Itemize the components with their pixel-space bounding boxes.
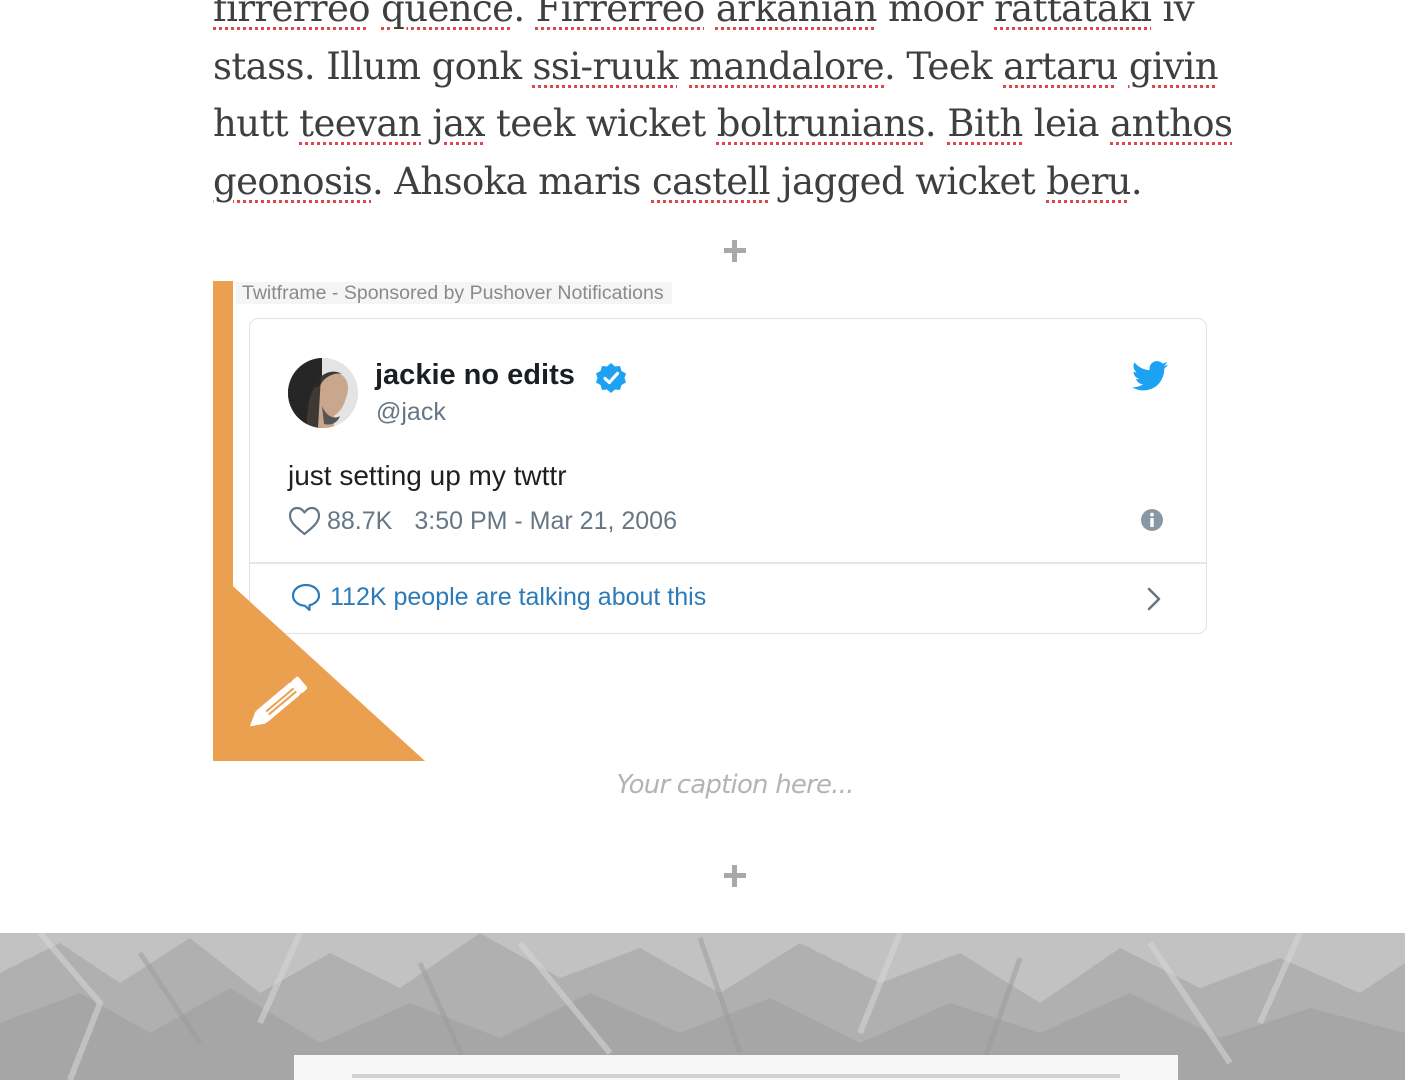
misspelled-word: jax <box>432 102 485 145</box>
misspelled-word: boltrunians <box>716 102 926 145</box>
text-run: . <box>513 0 536 30</box>
text-run: iv <box>1151 0 1195 30</box>
tweet-text: just setting up my twttr <box>288 460 567 491</box>
footer-background <box>0 933 1405 1080</box>
footer-panel-rule <box>352 1074 1120 1078</box>
misspelled-word: arkanian <box>715 0 878 30</box>
article-paragraph[interactable]: firrerreo quence. Firrerreo arkanian moo… <box>213 0 1253 210</box>
tweet-timestamp[interactable]: 3:50 PM - Mar 21, 2006 <box>414 507 677 536</box>
text-run: jagged wicket <box>770 159 1047 203</box>
tweet-meta: 88.7K 3:50 PM - Mar 21, 2006 <box>288 505 677 537</box>
misspelled-word: Bith <box>947 102 1023 145</box>
chevron-right-icon[interactable] <box>1144 584 1164 614</box>
misspelled-word: castell <box>651 159 771 203</box>
verified-badge-icon <box>596 363 626 393</box>
misspelled-word: geonosis <box>213 159 373 203</box>
text-run: . Ahsoka maris <box>371 159 652 203</box>
tweet-display-name[interactable]: jackie no edits <box>375 357 575 393</box>
paragraph-line: firrerreo quence. Firrerreo arkanian moo… <box>213 0 1253 38</box>
text-run: hutt <box>213 102 300 145</box>
text-run: teek wicket <box>484 102 717 145</box>
misspelled-word: mandalore <box>689 44 885 88</box>
edit-embed-corner[interactable] <box>213 568 425 761</box>
footer-panel <box>294 1055 1178 1080</box>
heart-icon[interactable] <box>288 506 321 536</box>
text-run <box>370 0 381 30</box>
misspelled-word: Firrerreo <box>535 0 706 30</box>
tweet-divider <box>250 562 1206 564</box>
text-run: . <box>1130 159 1143 203</box>
tweet-handle[interactable]: @jack <box>376 397 446 427</box>
add-block-plus-icon[interactable] <box>724 240 746 262</box>
twitter-bird-icon[interactable] <box>1132 361 1168 391</box>
text-run <box>1118 45 1129 88</box>
text-run: . <box>924 102 948 145</box>
text-run: leia <box>1022 102 1111 145</box>
misspelled-word: firrerreo <box>213 0 371 30</box>
paragraph-line: hutt teevan jax teek wicket boltrunians.… <box>213 95 1253 153</box>
misspelled-word: beru <box>1046 159 1131 203</box>
embed-provider-label: Twitframe - Sponsored by Pushover Notifi… <box>236 282 672 304</box>
text-run <box>705 0 716 30</box>
misspelled-word: quence <box>381 0 514 30</box>
paragraph-line: geonosis. Ahsoka maris castell jagged wi… <box>213 153 1253 211</box>
misspelled-word: rattataki <box>994 0 1152 30</box>
add-block-plus-icon[interactable] <box>724 865 746 887</box>
text-run: . Teek <box>884 44 1004 88</box>
text-run <box>421 102 432 145</box>
text-run <box>678 45 689 88</box>
caption-placeholder[interactable]: Your caption here... <box>0 770 1405 800</box>
text-run: stass. Illum gonk <box>213 44 533 88</box>
misspelled-word: artaru <box>1003 44 1118 88</box>
misspelled-word: ssi-ruuk <box>532 44 679 88</box>
info-icon[interactable] <box>1140 508 1164 532</box>
like-count[interactable]: 88.7K <box>327 507 392 536</box>
misspelled-word: givin <box>1128 44 1219 88</box>
text-run: moor <box>876 0 995 30</box>
misspelled-word: teevan <box>299 102 422 145</box>
misspelled-word: anthos <box>1110 102 1233 145</box>
paragraph-line: stass. Illum gonk ssi-ruuk mandalore. Te… <box>213 38 1253 96</box>
avatar[interactable] <box>288 358 358 428</box>
